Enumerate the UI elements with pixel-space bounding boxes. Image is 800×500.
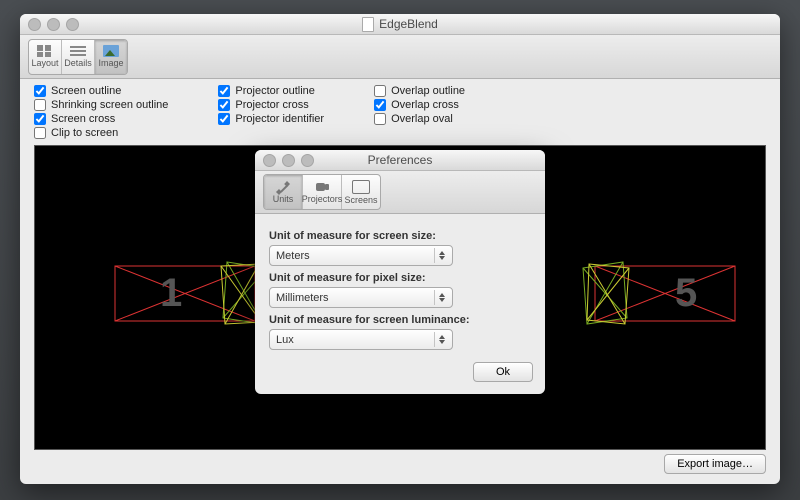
screen-icon (352, 180, 370, 194)
tab-projectors[interactable]: Projectors (303, 175, 342, 209)
main-titlebar: EdgeBlend (20, 14, 780, 35)
projector-id-right: 5 (675, 271, 697, 315)
tab-units[interactable]: Units (264, 175, 303, 209)
check-projector-identifier[interactable]: Projector identifier (218, 113, 324, 125)
list-icon (70, 45, 86, 57)
check-clip-screen[interactable]: Clip to screen (34, 127, 168, 139)
tab-screens[interactable]: Screens (342, 175, 380, 209)
label-screen-size-unit: Unit of measure for screen size: (269, 230, 531, 242)
main-toolbar: Layout Details Image (20, 35, 780, 79)
options-col-2: Projector outline Projector cross Projec… (218, 85, 324, 139)
combo-luminance-unit[interactable]: Lux (269, 329, 453, 350)
main-footer: Export image… (34, 450, 766, 474)
prefs-body: Unit of measure for screen size: Meters … (255, 214, 545, 362)
preferences-window: Preferences Units Projectors Screens Uni… (255, 150, 545, 394)
display-options: Screen outline Shrinking screen outline … (34, 85, 766, 139)
check-overlap-outline[interactable]: Overlap outline (374, 85, 465, 97)
combo-pixel-size-unit[interactable]: Millimeters (269, 287, 453, 308)
window-title-text: EdgeBlend (379, 17, 438, 31)
check-screen-outline[interactable]: Screen outline (34, 85, 168, 97)
label-luminance-unit: Unit of measure for screen luminance: (269, 314, 531, 326)
prefs-footer: Ok (255, 362, 545, 394)
chevron-updown-icon (434, 332, 448, 347)
prefs-title: Preferences (255, 153, 545, 167)
document-icon (362, 17, 374, 32)
window-title: EdgeBlend (20, 17, 780, 32)
grid-icon (37, 45, 53, 57)
check-screen-cross[interactable]: Screen cross (34, 113, 168, 125)
label-pixel-size-unit: Unit of measure for pixel size: (269, 272, 531, 284)
tab-details-label: Details (64, 58, 92, 68)
prefs-tabs[interactable]: Units Projectors Screens (263, 174, 381, 210)
tab-layout[interactable]: Layout (29, 40, 62, 74)
view-mode-segmented[interactable]: Layout Details Image (28, 39, 128, 75)
options-col-1: Screen outline Shrinking screen outline … (34, 85, 168, 139)
prefs-titlebar: Preferences (255, 150, 545, 171)
check-overlap-cross[interactable]: Overlap cross (374, 99, 465, 111)
tab-image-label: Image (98, 58, 123, 68)
ok-button[interactable]: Ok (473, 362, 533, 382)
check-overlap-oval[interactable]: Overlap oval (374, 113, 465, 125)
options-col-3: Overlap outline Overlap cross Overlap ov… (374, 85, 465, 139)
export-image-button[interactable]: Export image… (664, 454, 766, 474)
prefs-toolbar: Units Projectors Screens (255, 171, 545, 214)
image-icon (103, 45, 119, 57)
check-projector-outline[interactable]: Projector outline (218, 85, 324, 97)
tab-layout-label: Layout (31, 58, 58, 68)
prefs-title-text: Preferences (368, 153, 433, 167)
tab-details[interactable]: Details (62, 40, 95, 74)
tab-image[interactable]: Image (95, 40, 127, 74)
chevron-updown-icon (434, 290, 448, 305)
expand-arrows-icon (275, 181, 291, 193)
combo-screen-size-unit[interactable]: Meters (269, 245, 453, 266)
projector-icon (314, 181, 330, 193)
check-projector-cross[interactable]: Projector cross (218, 99, 324, 111)
chevron-updown-icon (434, 248, 448, 263)
projector-id-left: 1 (160, 271, 182, 315)
check-shrinking-outline[interactable]: Shrinking screen outline (34, 99, 168, 111)
